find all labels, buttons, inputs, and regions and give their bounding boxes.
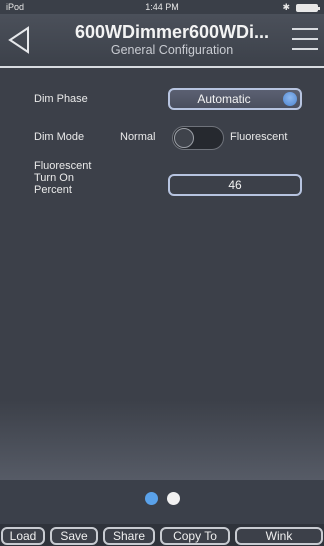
hamburger-menu-icon[interactable] [292,28,318,50]
wink-button[interactable]: Wink [235,527,323,545]
fluorescent-label-line1: Fluorescent [34,160,92,172]
panel-gradient [0,400,324,480]
dim-mode-left-label: Normal [120,131,156,143]
load-button[interactable]: Load [1,527,45,545]
dim-mode-toggle[interactable] [172,126,224,150]
dim-mode-label: Dim Mode [34,131,85,143]
dim-phase-value: Automatic [197,92,251,106]
page-dot-2[interactable] [166,492,180,505]
fluorescent-label-line2: Turn On [34,172,74,184]
page-indicator[interactable] [0,492,324,505]
page-title: 600WDimmer600WDi... [74,22,270,42]
save-button[interactable]: Save [50,527,98,545]
dim-phase-label: Dim Phase [34,93,88,105]
back-arrow-icon[interactable] [6,24,34,56]
bluetooth-icon: ✱ [282,2,290,12]
page-subtitle: General Configuration [110,43,234,57]
dropdown-knob-icon [283,92,297,106]
dim-mode-right-label: Fluorescent [230,131,288,143]
clock: 1:44 PM [145,2,179,12]
dim-phase-select[interactable]: Automatic [168,88,302,110]
share-button[interactable]: Share [103,527,155,545]
fluorescent-percent-input[interactable]: 46 [168,174,302,196]
status-right: ✱ [282,2,320,13]
status-bar: iPod 1:44 PM ✱ [0,0,324,14]
bottom-toolbar: Load Save Share Copy To Wink [0,524,324,546]
battery-icon [296,3,320,12]
fluorescent-label-line3: Percent [34,184,72,196]
copy-to-button[interactable]: Copy To [160,527,230,545]
page-dot-1[interactable] [144,492,158,505]
toggle-thumb [174,128,194,148]
nav-header: 600WDimmer600WDi... General Configuratio… [0,14,324,68]
